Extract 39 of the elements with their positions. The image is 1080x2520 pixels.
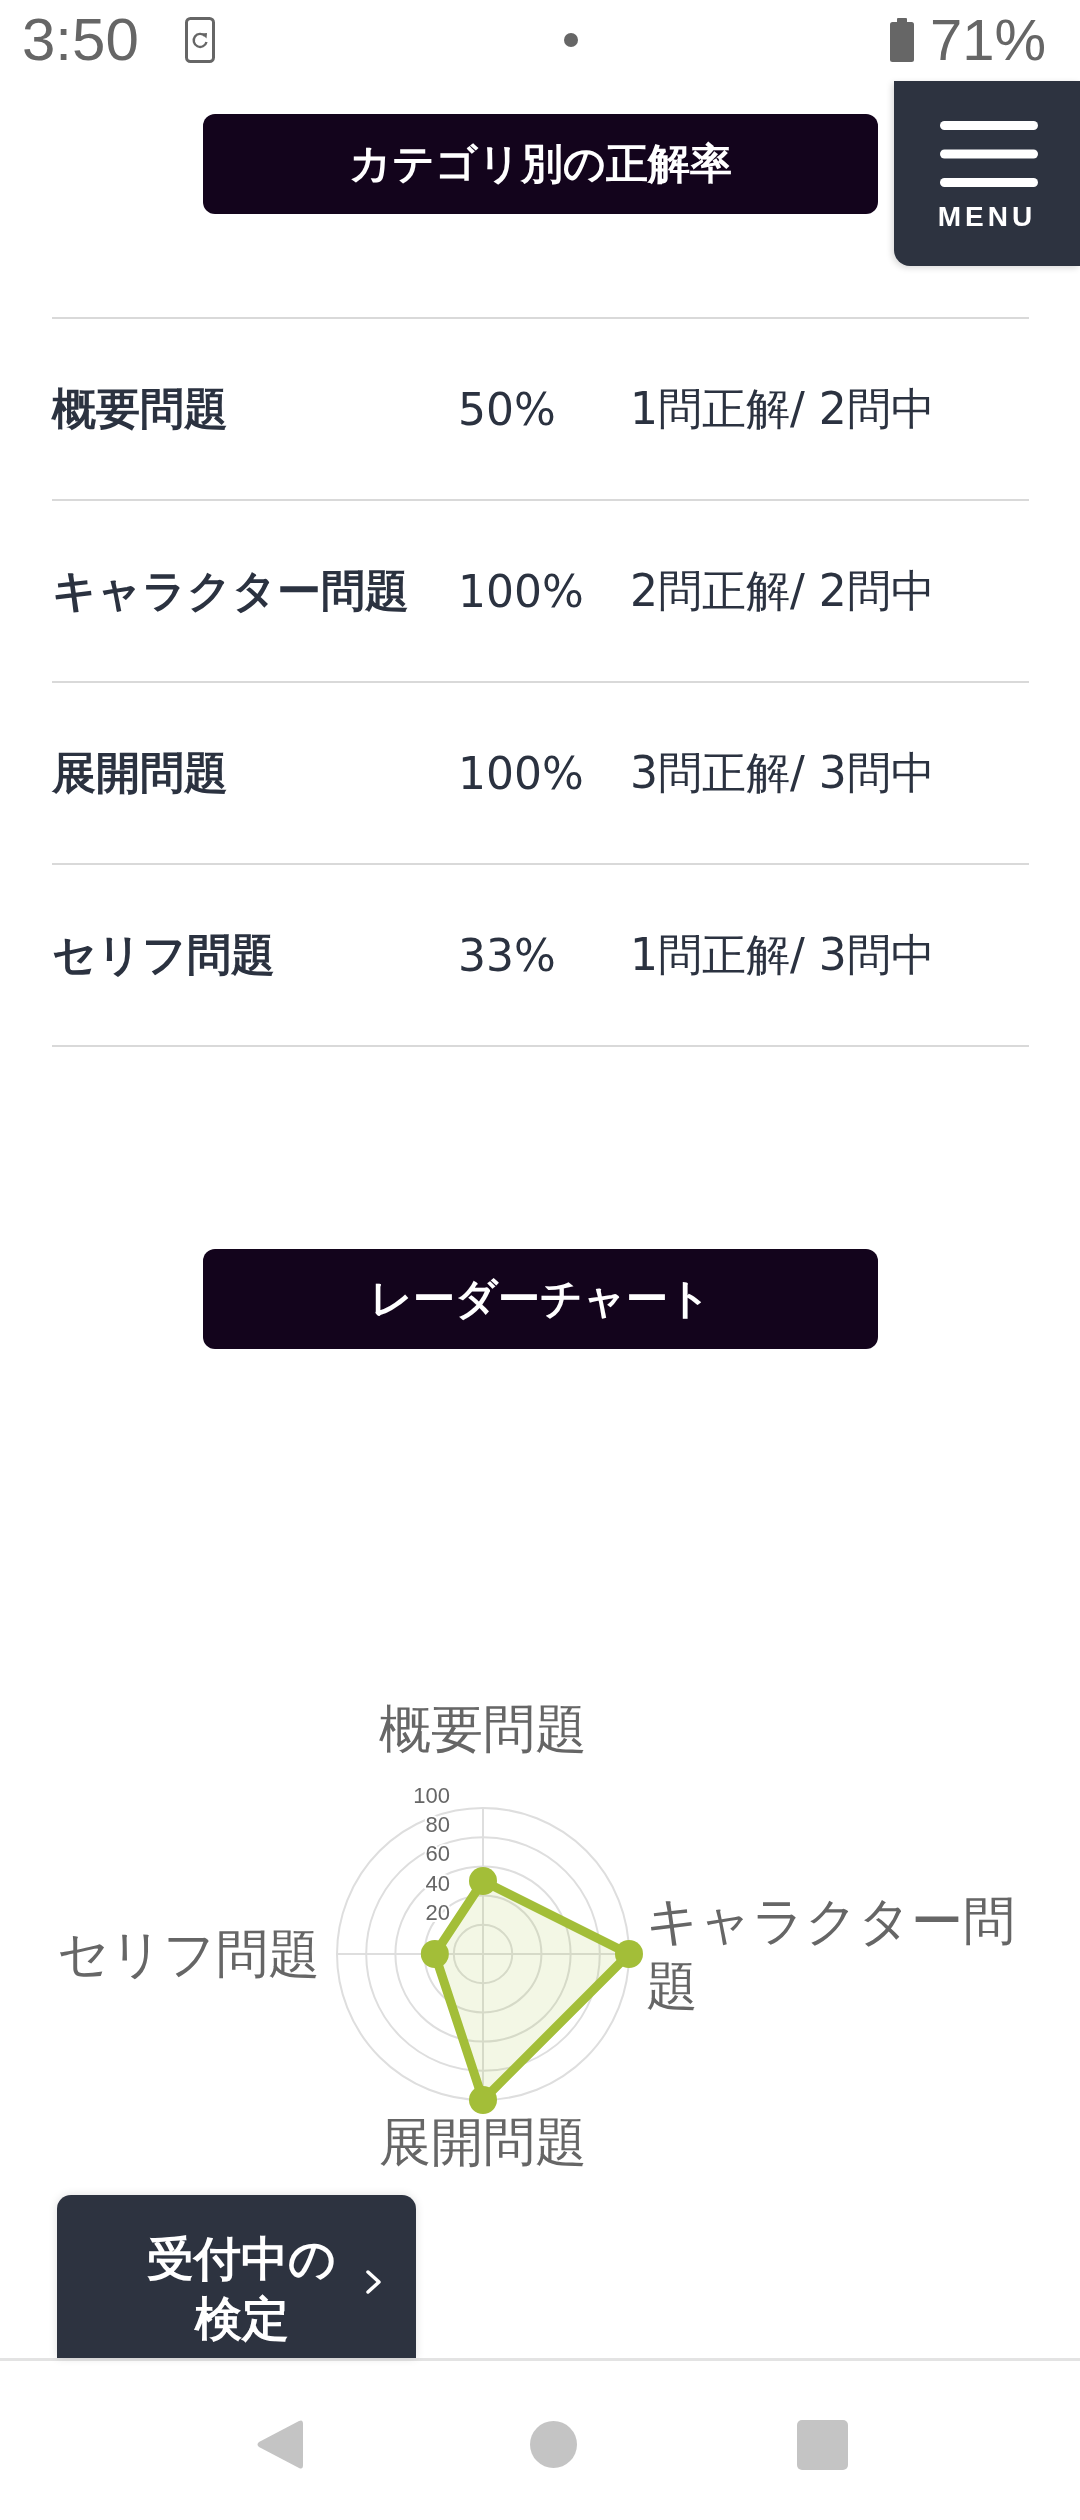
tick-label: 60 bbox=[425, 1841, 450, 1867]
correct-count: 2問正解/ 2問中 bbox=[630, 563, 936, 618]
tick-label: 40 bbox=[425, 1870, 450, 1896]
data-point bbox=[420, 1940, 449, 1968]
category-name: 概要問題 bbox=[52, 381, 229, 436]
accuracy-percent: 100% bbox=[458, 747, 585, 799]
menu-icon bbox=[940, 121, 1038, 187]
clock-time: 3:50 bbox=[22, 10, 139, 70]
menu-button[interactable]: MENU bbox=[894, 81, 1080, 266]
accuracy-percent: 50% bbox=[458, 383, 557, 435]
tick-label: 100 bbox=[413, 1783, 450, 1808]
chevron-right-icon bbox=[365, 2269, 382, 2295]
recents-icon[interactable] bbox=[797, 2419, 848, 2470]
correct-count: 1問正解/ 3問中 bbox=[630, 927, 936, 982]
axis-label: 概要問題 bbox=[379, 1698, 587, 1761]
correct-count: 3問正解/ 3問中 bbox=[630, 745, 936, 800]
section-heading: カテゴリ別の正解率 bbox=[202, 114, 878, 214]
correct-count: 1問正解/ 2問中 bbox=[630, 381, 936, 436]
category-name: セリフ問題 bbox=[52, 927, 276, 982]
phone-refresh-icon bbox=[184, 17, 215, 63]
home-icon[interactable] bbox=[530, 2421, 577, 2468]
category-name: キャラクター問題 bbox=[52, 563, 410, 618]
axis-label: キャラクター問題 bbox=[646, 1890, 1016, 2018]
data-point bbox=[469, 1867, 497, 1895]
category-name: 展開問題 bbox=[52, 745, 229, 800]
accuracy-percent: 100% bbox=[458, 565, 585, 617]
battery-percent: 71% bbox=[929, 11, 1046, 69]
data-point bbox=[615, 1940, 643, 1968]
back-icon[interactable] bbox=[256, 2418, 303, 2471]
axis-label: セリフ問題 bbox=[57, 1922, 320, 1986]
exams-button[interactable]: 受付中の検定 bbox=[57, 2195, 416, 2358]
axis-label: 展開問題 bbox=[379, 2111, 587, 2174]
data-point bbox=[469, 2086, 497, 2114]
notification-dot-icon bbox=[564, 33, 579, 47]
tick-label: 80 bbox=[425, 1812, 450, 1838]
accuracy-percent: 33% bbox=[458, 929, 557, 981]
battery-icon bbox=[889, 18, 914, 62]
tick-label: 20 bbox=[425, 1899, 450, 1925]
section-heading: レーダーチャート bbox=[202, 1249, 878, 1349]
